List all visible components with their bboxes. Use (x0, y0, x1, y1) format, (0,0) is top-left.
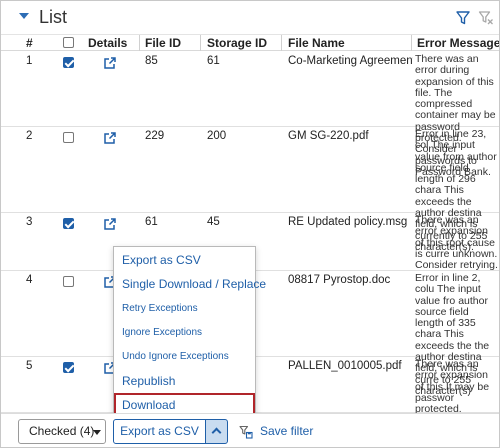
column-divider (139, 35, 140, 51)
col-header-number[interactable]: # (26, 36, 33, 50)
list-header: List (1, 1, 499, 35)
open-details-icon[interactable] (103, 217, 117, 231)
file-name-cell: 08817 Pyrostop.doc (288, 274, 391, 286)
menu-item-undo-ignore-exceptions[interactable]: Undo Ignore Exceptions (114, 345, 255, 369)
row-checkbox[interactable] (63, 276, 74, 287)
footer-toolbar: Checked (4) Export as CSV Save filter (1, 413, 499, 447)
save-filter-link[interactable]: Save filter (260, 424, 313, 438)
export-menu-toggle[interactable] (205, 419, 228, 444)
storage-id-cell: 61 (207, 55, 220, 67)
open-details-icon[interactable] (103, 56, 117, 70)
menu-item-ignore-exceptions[interactable]: Ignore Exceptions (114, 321, 255, 345)
column-divider (200, 35, 201, 51)
collapse-caret-icon[interactable] (19, 13, 29, 19)
column-divider (411, 35, 412, 51)
list-title: List (39, 7, 68, 27)
col-header-details[interactable]: Details (88, 36, 127, 50)
table-row[interactable]: 2 229 200 GM SG-220.pdf Error in line 23, co… (1, 127, 499, 253)
export-csv-button[interactable]: Export as CSV (113, 419, 206, 444)
error-message-cell: There was an error expansion of this roo… (415, 215, 498, 272)
chevron-up-icon (211, 427, 222, 438)
row-checkbox[interactable] (63, 362, 74, 373)
caret-down-icon (93, 430, 101, 435)
column-divider (281, 35, 282, 51)
file-name-cell: Co-Marketing Agreement.... (288, 55, 413, 67)
menu-item-single-download-replace[interactable]: Single Download / Replace (114, 272, 266, 296)
row-checkbox[interactable] (63, 57, 74, 68)
row-number: 3 (26, 216, 33, 228)
file-name-cell: GM SG-220.pdf (288, 130, 369, 142)
row-checkbox[interactable] (63, 132, 74, 143)
col-header-file-name[interactable]: File Name (288, 36, 345, 50)
row-number: 2 (26, 130, 33, 142)
save-filter-icon[interactable] (239, 425, 253, 439)
storage-id-cell: 45 (207, 216, 220, 228)
row-number: 1 (26, 55, 33, 67)
export-options-menu: Export as CSV Single Download / Replace Re… (113, 246, 266, 418)
row-number: 5 (26, 360, 33, 372)
col-header-storage-id[interactable]: Storage ID (207, 36, 267, 50)
menu-item-export-as-csv[interactable]: Export as CSV (114, 248, 255, 272)
row-number: 4 (26, 274, 33, 286)
table-header: # Details File ID Storage ID File Name E… (1, 35, 499, 51)
table-row[interactable]: 18561Co-Marketing Agreement....There was… (1, 52, 499, 178)
menu-item-retry-exceptions[interactable]: Retry Exceptions (114, 297, 255, 321)
file-id-cell: 229 (145, 130, 165, 142)
filter-icon[interactable] (455, 10, 471, 26)
open-details-icon[interactable] (103, 131, 117, 145)
col-header-file-id[interactable]: File ID (145, 36, 181, 50)
menu-item-republish[interactable]: Republish (114, 369, 255, 393)
file-id-cell: 61 (145, 216, 158, 228)
storage-id-cell: 200 (207, 130, 227, 142)
clear-filter-icon[interactable] (478, 10, 494, 26)
file-name-cell: PALLEN_0010005.pdf (288, 360, 402, 372)
checked-dropdown[interactable]: Checked (4) (18, 419, 106, 444)
select-all-checkbox[interactable] (63, 37, 74, 48)
file-id-cell: 85 (145, 55, 158, 67)
row-checkbox[interactable] (63, 218, 74, 229)
checked-dropdown-label: Checked (4) (29, 424, 95, 438)
col-header-error-message[interactable]: Error Message (417, 36, 499, 50)
list-panel: List # Details File ID Storage ID File N… (0, 0, 500, 448)
file-name-cell: RE Updated policy.msg (288, 216, 408, 228)
